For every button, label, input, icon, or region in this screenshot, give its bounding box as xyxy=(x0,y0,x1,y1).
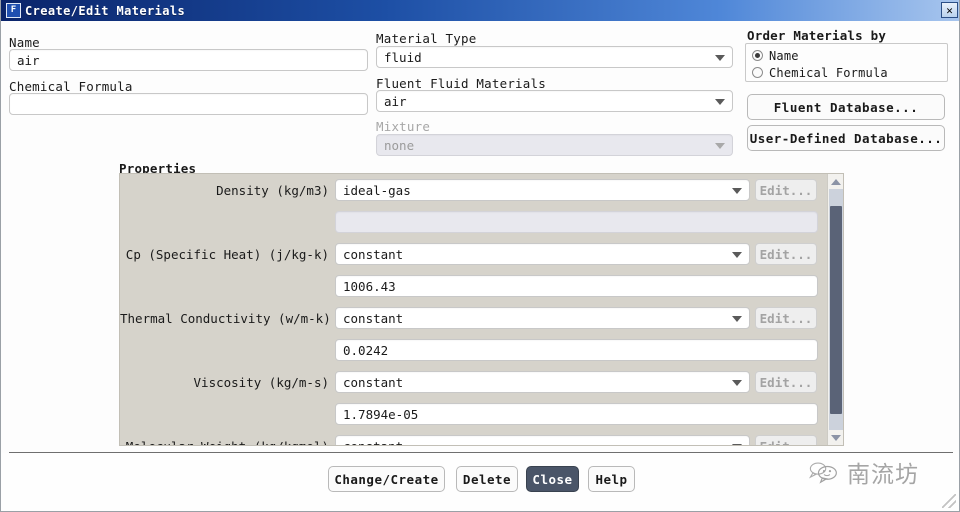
property-row: Density (kg/m3) ideal-gas Edit... xyxy=(120,174,827,206)
property-label: Viscosity (kg/m-s) xyxy=(193,374,329,390)
property-method-dropdown[interactable]: constant xyxy=(335,243,750,265)
fluent-f-icon: F xyxy=(6,3,21,18)
property-edit-button[interactable]: Edit... xyxy=(755,435,817,445)
chemical-formula-label: Chemical Formula xyxy=(9,79,133,94)
radio-order-by-name[interactable]: Name xyxy=(752,47,941,64)
scroll-up-icon[interactable] xyxy=(828,174,843,189)
window-title: Create/Edit Materials xyxy=(25,3,186,18)
change-create-button[interactable]: Change/Create xyxy=(328,466,445,492)
fluent-fluid-materials-dropdown[interactable]: air xyxy=(376,90,733,112)
property-edit-button[interactable]: Edit... xyxy=(755,307,817,329)
chevron-down-icon xyxy=(732,188,742,194)
property-edit-button[interactable]: Edit... xyxy=(755,179,817,201)
material-type-label: Material Type xyxy=(376,31,477,46)
property-row: Thermal Conductivity (w/m-k) constant Edit… xyxy=(120,302,827,334)
property-edit-button[interactable]: Edit... xyxy=(755,371,817,393)
mixture-value: none xyxy=(384,137,415,153)
property-method-dropdown[interactable]: constant xyxy=(335,371,750,393)
property-row: Molecular Weight (kg/kgmol) constant Edit.… xyxy=(120,430,827,446)
property-method-value: constant xyxy=(343,374,404,390)
fluent-database-button[interactable]: Fluent Database... xyxy=(747,94,945,120)
resize-grip[interactable] xyxy=(942,494,956,508)
chemical-formula-input[interactable] xyxy=(9,93,368,115)
properties-panel: Density (kg/m3) ideal-gas Edit... Cp (Speci… xyxy=(119,173,844,446)
property-label: Thermal Conductivity (w/m-k) xyxy=(120,310,331,326)
property-row: Viscosity (kg/m-s) constant Edit... xyxy=(120,366,827,398)
help-button[interactable]: Help xyxy=(588,466,635,492)
property-value-input xyxy=(335,211,818,233)
property-method-value: constant xyxy=(343,310,404,326)
order-materials-by-label: Order Materials by xyxy=(747,28,887,43)
property-method-dropdown[interactable]: constant xyxy=(335,307,750,329)
fluent-fluid-materials-label: Fluent Fluid Materials xyxy=(376,76,546,91)
property-value-row xyxy=(120,206,827,238)
property-label: Density (kg/m3) xyxy=(216,182,329,198)
radio-unselected-icon xyxy=(752,67,763,78)
fluent-fluid-materials-value: air xyxy=(384,93,407,109)
property-method-dropdown[interactable]: ideal-gas xyxy=(335,179,750,201)
property-method-dropdown[interactable]: constant xyxy=(335,435,750,446)
chevron-down-icon xyxy=(715,143,725,149)
chevron-down-icon xyxy=(715,99,725,105)
property-label: Molecular Weight (kg/kgmol) xyxy=(125,438,329,446)
radio-selected-icon xyxy=(752,50,763,61)
name-input[interactable]: air xyxy=(9,49,368,71)
user-defined-database-button[interactable]: User-Defined Database... xyxy=(747,125,945,151)
name-label: Name xyxy=(9,35,40,50)
radio-order-by-chemical-formula[interactable]: Chemical Formula xyxy=(752,64,941,81)
radio-order-by-name-label: Name xyxy=(769,48,799,63)
property-value-row: 0.0242 xyxy=(120,334,827,366)
property-value-input[interactable]: 1.7894e-05 xyxy=(335,403,818,425)
close-button[interactable]: Close xyxy=(526,466,579,492)
property-edit-button[interactable]: Edit... xyxy=(755,243,817,265)
footer-bar: Change/Create Delete Close Help xyxy=(1,453,959,511)
mixture-dropdown: none xyxy=(376,134,733,156)
radio-order-by-chemical-formula-label: Chemical Formula xyxy=(769,65,888,80)
mixture-label: Mixture xyxy=(376,119,431,134)
property-method-value: constant xyxy=(343,246,404,262)
chevron-down-icon xyxy=(732,444,742,445)
chevron-down-icon xyxy=(715,55,725,61)
property-value-input[interactable]: 0.0242 xyxy=(335,339,818,361)
property-label: Cp (Specific Heat) (j/kg-k) xyxy=(125,246,329,262)
scroll-down-icon[interactable] xyxy=(828,430,843,445)
scrollbar-track[interactable] xyxy=(829,189,843,430)
order-materials-by-group: Name Chemical Formula xyxy=(745,43,948,82)
material-type-value: fluid xyxy=(384,49,422,65)
properties-scrollbar[interactable] xyxy=(827,174,843,445)
chevron-down-icon xyxy=(732,316,742,322)
chevron-down-icon xyxy=(732,252,742,258)
scrollbar-thumb[interactable] xyxy=(830,206,842,414)
property-value-row: 1006.43 xyxy=(120,270,827,302)
material-type-dropdown[interactable]: fluid xyxy=(376,46,733,68)
properties-rows: Density (kg/m3) ideal-gas Edit... Cp (Speci… xyxy=(120,174,827,446)
title-bar: F Create/Edit Materials ✕ xyxy=(1,0,959,21)
property-method-value: ideal-gas xyxy=(343,182,411,198)
create-edit-materials-dialog: F Create/Edit Materials ✕ Name air Chemi… xyxy=(0,0,960,512)
chevron-down-icon xyxy=(732,380,742,386)
property-row: Cp (Specific Heat) (j/kg-k) constant Edit.… xyxy=(120,238,827,270)
close-icon[interactable]: ✕ xyxy=(941,2,958,18)
delete-button[interactable]: Delete xyxy=(456,466,518,492)
property-value-row: 1.7894e-05 xyxy=(120,398,827,430)
property-method-value: constant xyxy=(343,438,404,446)
property-value-input[interactable]: 1006.43 xyxy=(335,275,818,297)
